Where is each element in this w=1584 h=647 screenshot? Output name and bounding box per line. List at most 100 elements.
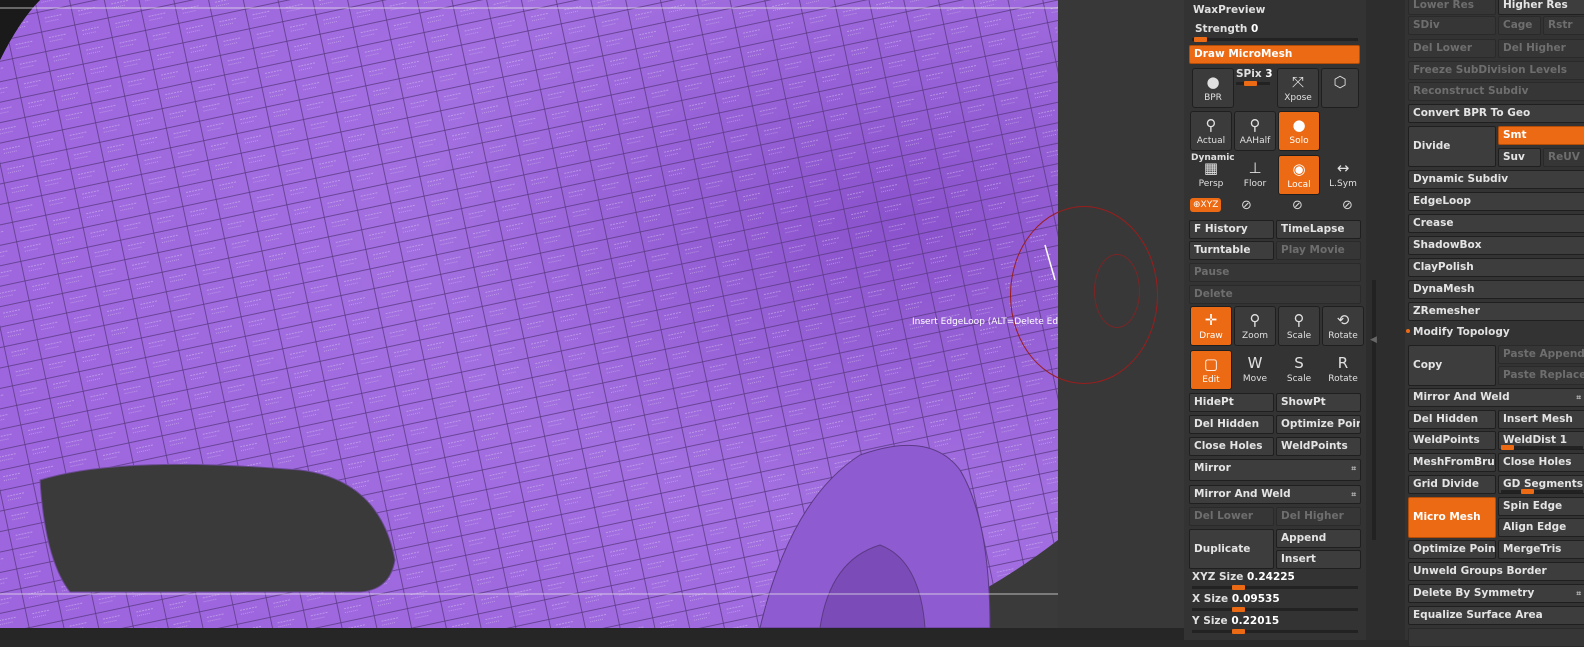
- actual-button[interactable]: ⚲ Actual: [1190, 111, 1232, 151]
- persp-grid-icon: ▦: [1203, 159, 1219, 177]
- draw-micromesh-button[interactable]: Draw MicroMesh: [1189, 45, 1360, 64]
- spin-edge-button[interactable]: Spin Edge: [1498, 497, 1584, 516]
- convert-bpr-button[interactable]: Convert BPR To Geo: [1408, 104, 1584, 123]
- xpose-button[interactable]: ⤧ Xpose: [1277, 68, 1319, 108]
- paste-append-button[interactable]: Paste Append: [1498, 345, 1584, 364]
- x-size-slider[interactable]: X Size 0.09535: [1192, 593, 1280, 605]
- del-lower-button[interactable]: Del Lower: [1189, 507, 1274, 526]
- freeze-subdiv-button[interactable]: Freeze SubDivision Levels: [1408, 61, 1584, 80]
- rstr-button[interactable]: Rstr: [1543, 16, 1584, 35]
- crease-section[interactable]: Crease: [1408, 214, 1584, 233]
- mirror-and-weld-button[interactable]: Mirror And Weld ⌗: [1189, 485, 1361, 504]
- cube-icon: ⬡: [1333, 73, 1347, 91]
- pause-button[interactable]: Pause: [1189, 263, 1361, 282]
- move-button[interactable]: W Move: [1234, 350, 1276, 390]
- modify-topology-header[interactable]: Modify Topology: [1413, 326, 1510, 338]
- dock-arrow-icon[interactable]: ◀: [1370, 335, 1377, 345]
- higher-res-button[interactable]: Higher Res: [1498, 0, 1584, 15]
- welddist-track[interactable]: [1501, 445, 1583, 450]
- optimize-points-button[interactable]: Optimize Poin: [1276, 415, 1361, 434]
- paste-replace-button[interactable]: Paste Replace: [1498, 366, 1584, 385]
- spix-track[interactable]: [1236, 81, 1270, 86]
- 3d-viewport[interactable]: [0, 0, 1058, 628]
- floor-button[interactable]: ⊥ Floor: [1234, 155, 1276, 195]
- tool-del-lower-button[interactable]: Del Lower: [1408, 39, 1496, 58]
- micro-mesh-button[interactable]: Micro Mesh: [1408, 497, 1496, 538]
- rotate-button[interactable]: ⟲ Rotate: [1322, 306, 1364, 346]
- shadowbox-section[interactable]: ShadowBox: [1408, 236, 1584, 255]
- copy-button[interactable]: Copy: [1408, 345, 1496, 386]
- reuv-toggle[interactable]: ReUV: [1543, 148, 1584, 167]
- tool-del-higher-button[interactable]: Del Higher: [1498, 39, 1584, 58]
- smt-toggle[interactable]: Smt: [1498, 126, 1584, 145]
- grid-divide-button[interactable]: Grid Divide: [1408, 475, 1496, 494]
- suv-toggle[interactable]: Suv: [1498, 148, 1541, 167]
- divide-button[interactable]: Divide: [1408, 126, 1496, 167]
- tool-del-hidden-button[interactable]: Del Hidden: [1408, 410, 1496, 429]
- scale-mode-icon: S: [1294, 354, 1304, 372]
- timelapse-button[interactable]: TimeLapse: [1276, 220, 1361, 239]
- unweld-groups-border-button[interactable]: Unweld Groups Border: [1408, 562, 1584, 581]
- xyz-size-track[interactable]: [1192, 585, 1358, 590]
- delete-by-symmetry-button[interactable]: Delete By Symmetry ⌗: [1408, 584, 1584, 603]
- persp-button[interactable]: ▦ Persp: [1190, 155, 1232, 195]
- y-size-slider[interactable]: Y Size 0.22015: [1192, 615, 1279, 627]
- reconstruct-subdiv-button[interactable]: Reconstruct Subdiv: [1408, 82, 1584, 101]
- cage-button[interactable]: Cage: [1498, 16, 1541, 35]
- xyz-size-slider[interactable]: XYZ Size 0.24225: [1192, 571, 1295, 583]
- append-button[interactable]: Append: [1276, 529, 1361, 548]
- scale-button[interactable]: ⚲ Scale: [1278, 306, 1320, 346]
- insert-mesh-button[interactable]: Insert Mesh: [1498, 410, 1584, 429]
- gd-segments-track[interactable]: [1501, 489, 1583, 494]
- z-axis-icon[interactable]: ⊘: [1342, 198, 1353, 213]
- next-row-button[interactable]: [1408, 628, 1584, 647]
- spix-slider[interactable]: SPix 3: [1236, 68, 1273, 80]
- local-button[interactable]: ◉ Local: [1278, 155, 1320, 195]
- dynamic-subdiv-section[interactable]: Dynamic Subdiv: [1408, 170, 1584, 189]
- mergetris-button[interactable]: MergeTris: [1498, 540, 1584, 559]
- tool-optimize-points-button[interactable]: Optimize Poin: [1408, 540, 1496, 559]
- rotate-mode-button[interactable]: R Rotate: [1322, 350, 1364, 390]
- aahalf-button[interactable]: ⚲ AAHalf: [1234, 111, 1276, 151]
- meshfrombrush-button[interactable]: MeshFromBrush: [1408, 453, 1496, 472]
- align-edge-button[interactable]: Align Edge: [1498, 518, 1584, 537]
- zoom-button[interactable]: ⚲ Zoom: [1234, 306, 1276, 346]
- cube-button[interactable]: ⬡: [1321, 68, 1359, 108]
- scale-mode-button[interactable]: S Scale: [1278, 350, 1320, 390]
- y-axis-icon[interactable]: ⊘: [1292, 198, 1303, 213]
- sdiv-slider[interactable]: SDiv: [1408, 16, 1496, 35]
- strength-slider[interactable]: Strength 0: [1195, 23, 1258, 35]
- turntable-button[interactable]: Turntable: [1189, 241, 1274, 260]
- xyz-axis-button[interactable]: ⊕XYZ: [1190, 198, 1222, 212]
- lsym-button[interactable]: ↔ L.Sym: [1322, 155, 1364, 195]
- f-history-button[interactable]: F History: [1189, 220, 1274, 239]
- play-movie-button[interactable]: Play Movie: [1276, 241, 1361, 260]
- edit-button[interactable]: ▢ Edit: [1190, 350, 1232, 390]
- tool-mirror-and-weld-button[interactable]: Mirror And Weld ⌗: [1408, 388, 1584, 407]
- weldpoints-button[interactable]: WeldPoints: [1276, 437, 1361, 456]
- del-higher-button[interactable]: Del Higher: [1276, 507, 1361, 526]
- insert-button[interactable]: Insert: [1276, 550, 1361, 569]
- strength-track[interactable]: [1192, 37, 1358, 42]
- equalize-surface-area-button[interactable]: Equalize Surface Area: [1408, 606, 1584, 625]
- solo-button[interactable]: ● Solo: [1278, 111, 1320, 151]
- edgeloop-section[interactable]: EdgeLoop: [1408, 192, 1584, 211]
- tool-weldpoints-button[interactable]: WeldPoints: [1408, 431, 1496, 450]
- delete-movie-button[interactable]: Delete: [1189, 285, 1361, 304]
- zremesher-section[interactable]: ZRemesher: [1408, 302, 1584, 321]
- x-size-track[interactable]: [1192, 607, 1358, 612]
- hidept-button[interactable]: HidePt: [1189, 393, 1274, 412]
- y-size-track[interactable]: [1192, 629, 1358, 634]
- mirror-button[interactable]: Mirror ⌗: [1189, 459, 1361, 481]
- tool-close-holes-button[interactable]: Close Holes: [1498, 453, 1584, 472]
- close-holes-button[interactable]: Close Holes: [1189, 437, 1274, 456]
- del-hidden-button[interactable]: Del Hidden: [1189, 415, 1274, 434]
- draw-mode-button[interactable]: ✛ Draw: [1190, 306, 1232, 346]
- x-axis-icon[interactable]: ⊘: [1241, 198, 1252, 213]
- showpt-button[interactable]: ShowPt: [1276, 393, 1361, 412]
- bpr-button[interactable]: ● BPR: [1192, 68, 1234, 108]
- dynamesh-section[interactable]: DynaMesh: [1408, 280, 1584, 299]
- lower-res-button[interactable]: Lower Res: [1408, 0, 1496, 15]
- duplicate-button[interactable]: Duplicate: [1189, 529, 1274, 569]
- claypolish-section[interactable]: ClayPolish: [1408, 258, 1584, 277]
